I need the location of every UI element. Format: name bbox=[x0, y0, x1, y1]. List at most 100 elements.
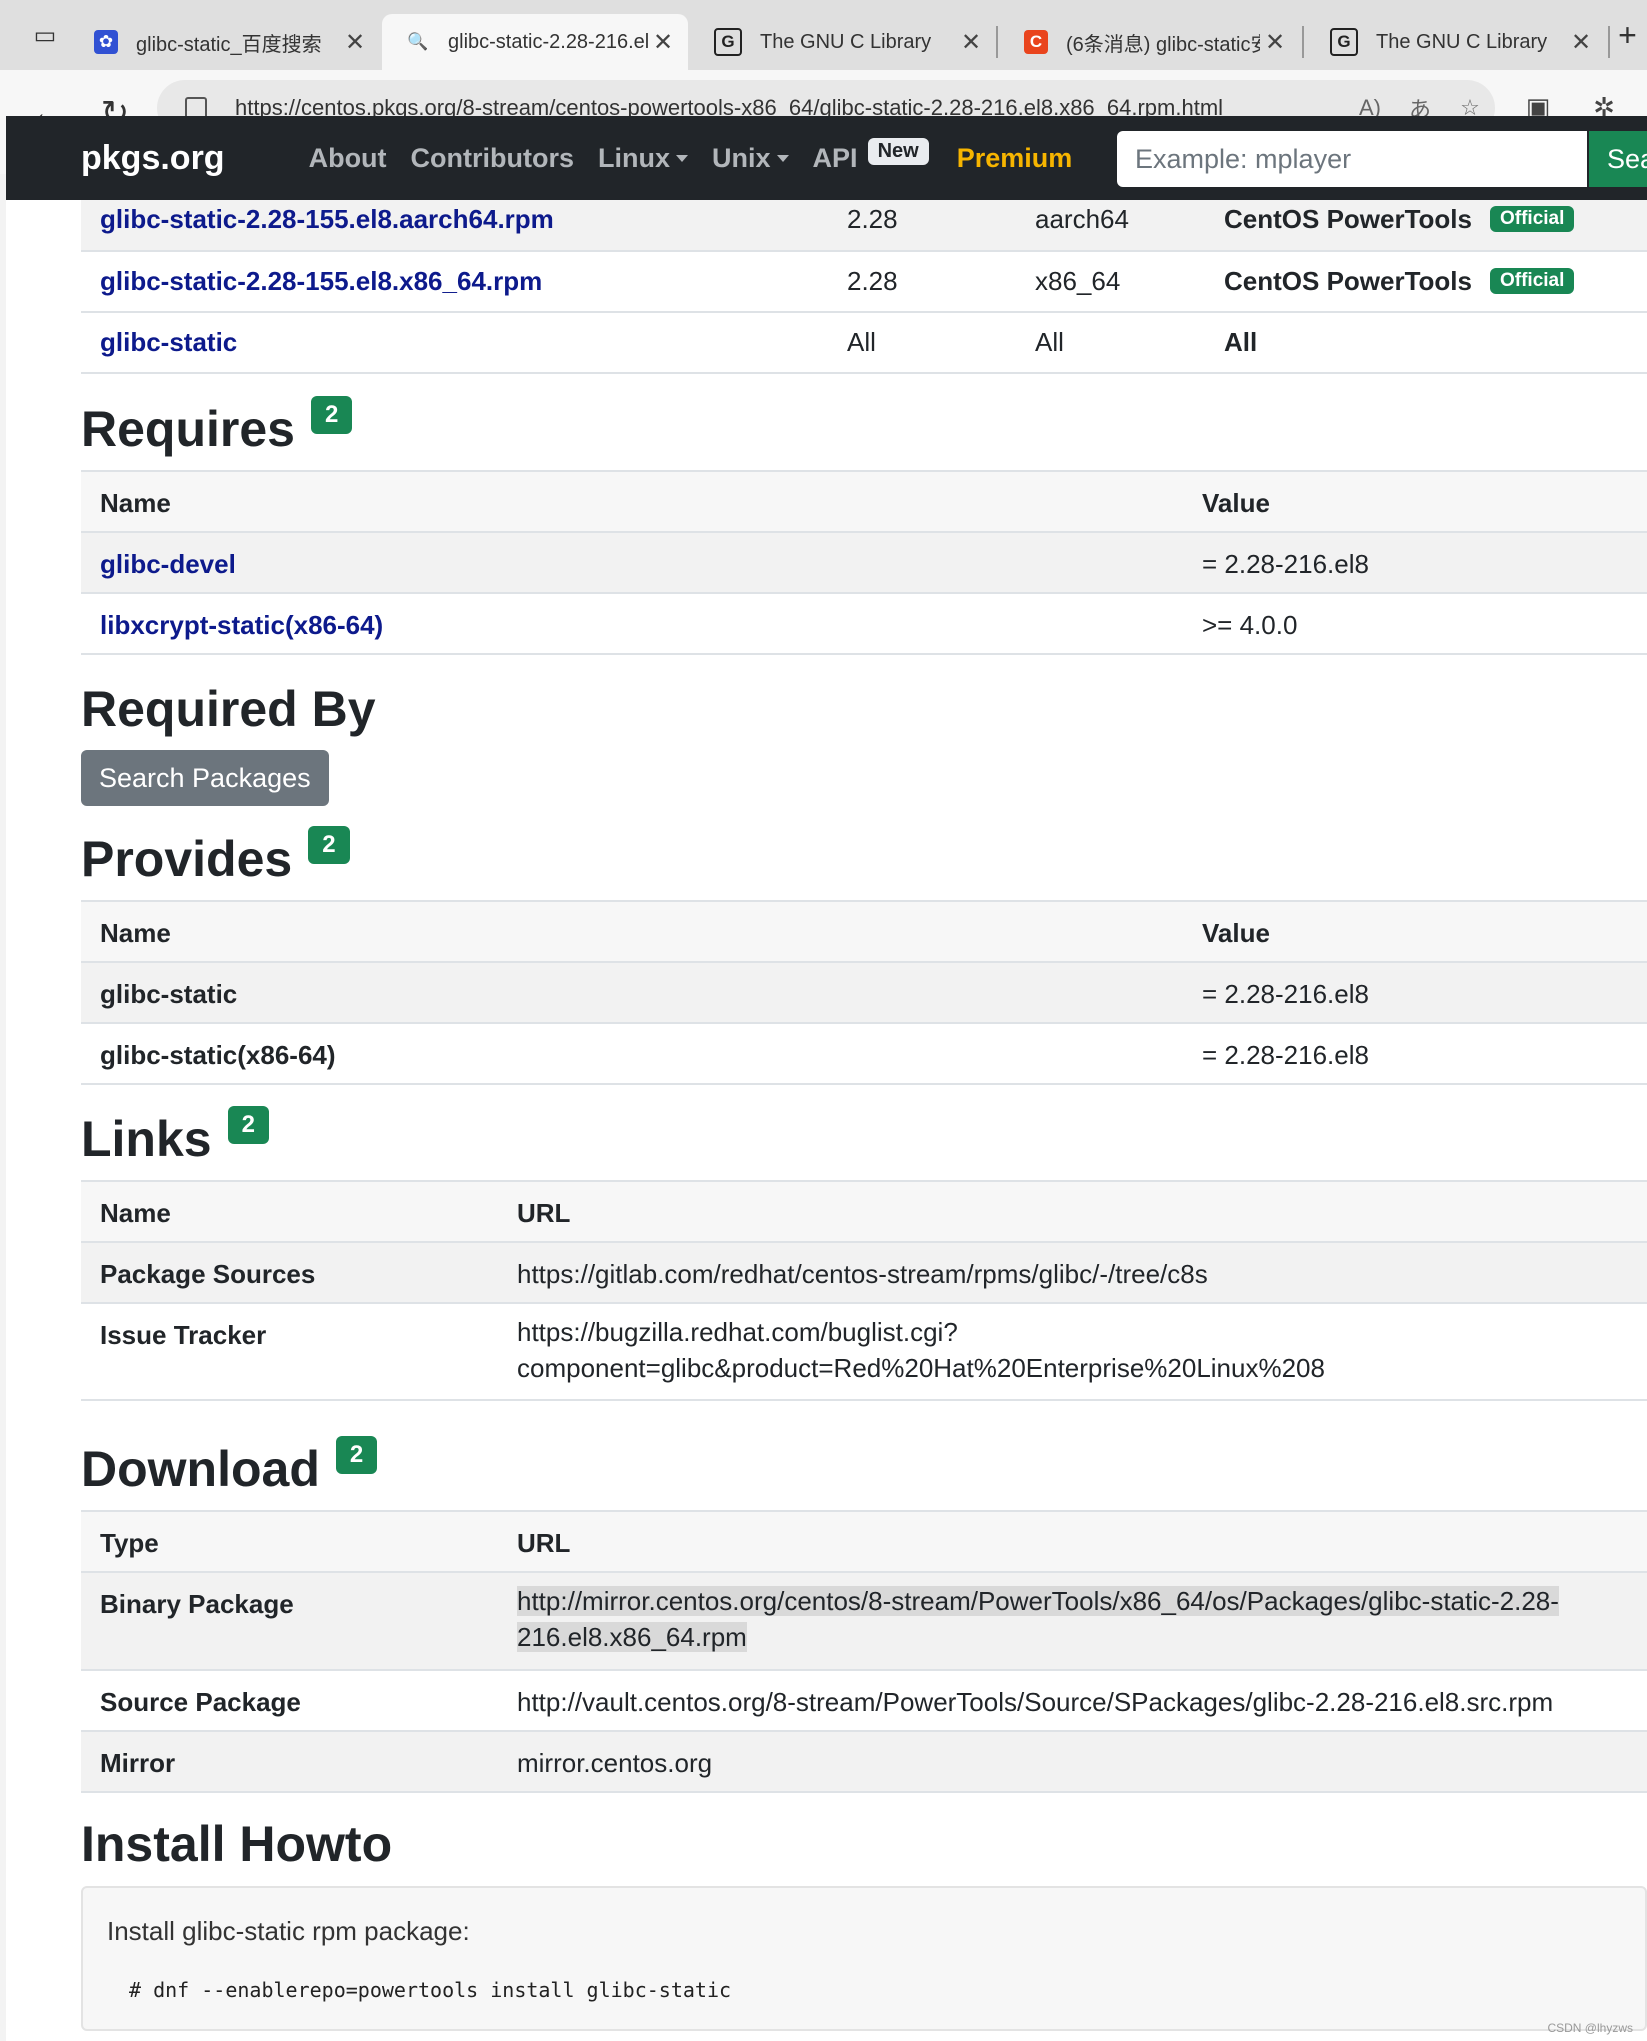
column-header: Value bbox=[1183, 471, 1647, 533]
tab-strip: ▭ ✿ glibc-static_百度搜索 ✕ 🔍 glibc-static-2… bbox=[0, 0, 1647, 70]
version-cell: 2.28 bbox=[828, 200, 1016, 252]
name-cell: glibc-static(x86-64) bbox=[81, 1023, 1183, 1085]
search-button[interactable]: Sea bbox=[1589, 131, 1647, 187]
value-cell: = 2.28-216.el8 bbox=[1183, 962, 1647, 1024]
tab-title: glibc-static-2.28-216.el8.x bbox=[448, 30, 648, 53]
table-row: Issue Tracker https://bugzilla.redhat.co… bbox=[81, 1303, 1647, 1401]
column-header: Value bbox=[1183, 901, 1647, 963]
nav-about[interactable]: About bbox=[309, 143, 387, 174]
left-margin bbox=[0, 174, 6, 2041]
links-title: Links bbox=[81, 1111, 212, 1167]
package-link[interactable]: glibc-static-2.28-155.el8.x86_64.rpm bbox=[100, 266, 542, 296]
package-link[interactable]: glibc-static-2.28-155.el8.aarch64.rpm bbox=[100, 204, 554, 234]
download-table: Type URL Binary Package http://mirror.ce… bbox=[81, 1510, 1647, 1793]
tab-separator bbox=[1302, 26, 1304, 58]
version-cell: All bbox=[828, 312, 1016, 374]
links-table: Name URL Package Sources https://gitlab.… bbox=[81, 1180, 1647, 1401]
name-cell: Package Sources bbox=[81, 1242, 498, 1304]
table-row: glibc-static = 2.28-216.el8 bbox=[81, 962, 1647, 1024]
package-table: glibc-static-2.28-155.el8.aarch64.rpm 2.… bbox=[81, 200, 1647, 374]
nav-api-label: API bbox=[812, 142, 858, 173]
table-row: glibc-static(x86-64) = 2.28-216.el8 bbox=[81, 1023, 1647, 1085]
required-by-heading: Required By bbox=[81, 680, 376, 738]
requires-heading: Requires 2 bbox=[81, 396, 353, 458]
provides-table: Name Value glibc-static = 2.28-216.el8 g… bbox=[81, 900, 1647, 1085]
official-badge: Official bbox=[1490, 268, 1575, 294]
column-header: URL bbox=[498, 1511, 1647, 1573]
links-heading: Links 2 bbox=[81, 1106, 269, 1168]
requires-table: Name Value glibc-devel = 2.28-216.el8 li… bbox=[81, 470, 1647, 655]
url-line: component=glibc&product=Red%20Hat%20Ente… bbox=[517, 1353, 1325, 1383]
caret-down-icon bbox=[776, 154, 789, 162]
table-header: Name URL bbox=[81, 1181, 1647, 1243]
nav-api[interactable]: API New bbox=[812, 137, 929, 174]
column-header: URL bbox=[498, 1181, 1647, 1243]
url-cell[interactable]: https://gitlab.com/redhat/centos-stream/… bbox=[498, 1242, 1647, 1304]
url-line: https://bugzilla.redhat.com/buglist.cgi? bbox=[517, 1317, 958, 1347]
nav-premium[interactable]: Premium bbox=[957, 143, 1073, 174]
requires-link[interactable]: glibc-devel bbox=[100, 549, 236, 579]
site-navbar: pkgs.org About Contributors Linux Unix A… bbox=[6, 116, 1647, 200]
close-icon[interactable]: ✕ bbox=[648, 28, 678, 57]
arch-cell: x86_64 bbox=[1016, 251, 1205, 313]
url-cell[interactable]: https://bugzilla.redhat.com/buglist.cgi?… bbox=[498, 1303, 1647, 1401]
name-cell: Binary Package bbox=[81, 1572, 498, 1671]
repo-cell: CentOS PowerTools bbox=[1224, 266, 1472, 296]
url-cell[interactable]: http://vault.centos.org/8-stream/PowerTo… bbox=[498, 1670, 1647, 1732]
close-icon[interactable]: ✕ bbox=[956, 28, 986, 57]
column-header: Name bbox=[81, 1181, 498, 1243]
version-cell: 2.28 bbox=[828, 251, 1016, 313]
nav-linux-dropdown[interactable]: Linux bbox=[598, 143, 689, 174]
url-line: http://mirror.centos.org/centos/8-stream… bbox=[517, 1586, 1559, 1616]
table-header: Type URL bbox=[81, 1511, 1647, 1573]
url-cell[interactable]: mirror.centos.org bbox=[498, 1731, 1647, 1793]
value-cell: = 2.28-216.el8 bbox=[1183, 1023, 1647, 1085]
close-icon[interactable]: ✕ bbox=[1260, 28, 1290, 57]
install-heading: Install Howto bbox=[81, 1815, 392, 1873]
arch-cell: aarch64 bbox=[1016, 200, 1205, 252]
tab-gnu-2[interactable]: G The GNU C Library ✕ bbox=[1306, 14, 1606, 70]
g-icon: G bbox=[1330, 28, 1358, 56]
baidu-icon: ✿ bbox=[94, 30, 118, 54]
name-cell: Issue Tracker bbox=[81, 1303, 498, 1401]
table-row: glibc-devel = 2.28-216.el8 bbox=[81, 532, 1647, 594]
new-badge: New bbox=[867, 137, 929, 165]
url-cell[interactable]: http://mirror.centos.org/centos/8-stream… bbox=[498, 1572, 1647, 1671]
required-by-title: Required By bbox=[81, 681, 376, 737]
table-row: Package Sources https://gitlab.com/redha… bbox=[81, 1242, 1647, 1304]
close-icon[interactable]: ✕ bbox=[1566, 28, 1596, 57]
table-row: glibc-static-2.28-155.el8.x86_64.rpm 2.2… bbox=[81, 251, 1647, 313]
caret-down-icon bbox=[676, 154, 689, 162]
download-title: Download bbox=[81, 1441, 320, 1497]
tab-csdn[interactable]: C (6条消息) glibc-static安装 ✕ bbox=[1000, 14, 1300, 70]
search-packages-button[interactable]: Search Packages bbox=[81, 750, 329, 806]
package-link[interactable]: glibc-static bbox=[100, 327, 237, 357]
new-tab-icon[interactable]: + bbox=[1608, 8, 1647, 62]
tab-pkgs[interactable]: 🔍 glibc-static-2.28-216.el8.x ✕ bbox=[382, 14, 688, 70]
tab-title: The GNU C Library bbox=[760, 30, 932, 53]
sidebar-toggle-icon[interactable]: ▭ bbox=[18, 8, 72, 62]
name-cell: glibc-static bbox=[81, 962, 1183, 1024]
search-icon: 🔍 bbox=[407, 32, 429, 51]
repo-cell: CentOS PowerTools bbox=[1224, 204, 1472, 234]
table-row: Mirror mirror.centos.org bbox=[81, 1731, 1647, 1793]
close-icon[interactable]: ✕ bbox=[340, 28, 370, 57]
column-header: Name bbox=[81, 901, 1183, 963]
requires-link[interactable]: libxcrypt-static(x86-64) bbox=[100, 610, 383, 640]
table-header: Name Value bbox=[81, 901, 1647, 963]
count-badge: 2 bbox=[308, 826, 350, 864]
requires-title: Requires bbox=[81, 401, 295, 457]
search-input[interactable]: Example: mplayer bbox=[1117, 131, 1587, 187]
nav-contributors[interactable]: Contributors bbox=[411, 143, 574, 174]
count-badge: 2 bbox=[227, 1106, 269, 1144]
tab-gnu-1[interactable]: G The GNU C Library ✕ bbox=[690, 14, 996, 70]
official-badge: Official bbox=[1490, 206, 1575, 232]
name-cell: Mirror bbox=[81, 1731, 498, 1793]
nav-unix-dropdown[interactable]: Unix bbox=[712, 143, 789, 174]
tab-baidu[interactable]: ✿ glibc-static_百度搜索 ✕ bbox=[70, 14, 380, 70]
table-row: glibc-static All All All bbox=[81, 312, 1647, 374]
nav-unix-label: Unix bbox=[712, 142, 771, 173]
install-command[interactable]: # dnf --enablerepo=powertools install gl… bbox=[129, 1978, 731, 2002]
site-logo[interactable]: pkgs.org bbox=[81, 139, 225, 178]
table-row: libxcrypt-static(x86-64) >= 4.0.0 bbox=[81, 593, 1647, 655]
